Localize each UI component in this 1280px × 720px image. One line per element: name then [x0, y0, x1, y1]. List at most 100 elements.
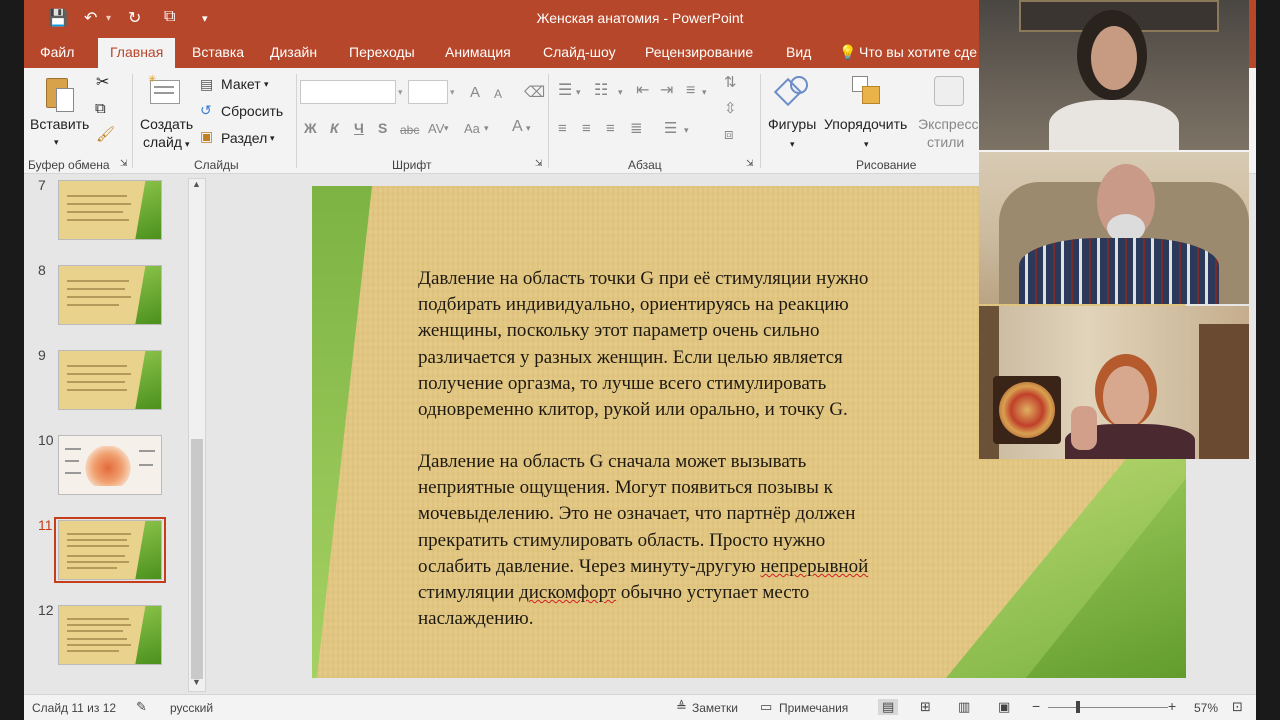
font-size-dropdown-icon[interactable]: ▾ [450, 84, 455, 101]
arrange-dropdown-icon[interactable]: ▾ [864, 136, 869, 153]
new-slide-icon[interactable]: ✳ [148, 74, 184, 110]
shapes-dropdown-icon[interactable]: ▾ [790, 136, 795, 153]
shadow-button[interactable]: S [378, 120, 387, 137]
char-spacing-button[interactable]: AV [428, 120, 444, 137]
tab-insert[interactable]: Вставка [192, 44, 244, 60]
change-case-button[interactable]: Aa [464, 120, 480, 137]
decrease-indent-icon[interactable]: ⇤ [636, 82, 649, 99]
layout-dropdown-icon[interactable]: ▾ [264, 76, 269, 93]
columns-dropdown-icon[interactable]: ▾ [684, 122, 689, 139]
tab-transitions[interactable]: Переходы [349, 44, 415, 60]
new-slide-dropdown-icon[interactable]: ▾ [185, 136, 190, 153]
columns-icon[interactable]: ☰ [664, 120, 677, 137]
new-slide-button[interactable]: Создать [140, 116, 193, 133]
new-slide-button-line2[interactable]: слайд [143, 134, 182, 151]
slide-thumbnail-11[interactable] [58, 520, 162, 580]
line-spacing-dropdown-icon[interactable]: ▾ [702, 84, 707, 101]
align-left-icon[interactable]: ≡ [558, 120, 567, 137]
reset-button[interactable]: Сбросить [221, 103, 283, 120]
font-launcher-icon[interactable]: ⇲ [535, 158, 543, 169]
slide-thumbnail-10[interactable] [58, 435, 162, 495]
strikethrough-button[interactable]: abc [400, 122, 419, 139]
notes-button[interactable]: Заметки [692, 701, 738, 715]
paste-button[interactable]: Вставить [30, 116, 89, 133]
bullets-dropdown-icon[interactable]: ▾ [576, 84, 581, 101]
line-spacing-icon[interactable]: ≡ [686, 82, 695, 99]
scroll-down-icon[interactable]: ▼ [192, 677, 201, 687]
shapes-button[interactable]: Фигуры [768, 116, 816, 133]
align-text-icon[interactable]: ⇳ [724, 100, 737, 117]
clipboard-launcher-icon[interactable]: ⇲ [120, 158, 128, 169]
bullets-icon[interactable]: ☰ [558, 82, 572, 99]
tab-home[interactable]: Главная [98, 38, 176, 68]
zoom-out-icon[interactable]: − [1032, 698, 1040, 714]
quick-styles-icon[interactable] [932, 74, 968, 110]
layout-icon[interactable]: ▤ [200, 76, 213, 93]
paste-icon[interactable] [44, 76, 74, 114]
slide-thumbnail-9[interactable] [58, 350, 162, 410]
slideshow-view-icon[interactable]: ▣ [998, 699, 1010, 715]
change-case-dropdown-icon[interactable]: ▾ [484, 120, 489, 137]
reset-icon[interactable]: ↺ [200, 102, 212, 119]
scroll-up-icon[interactable]: ▲ [192, 179, 201, 189]
grow-font-icon[interactable]: A [470, 84, 480, 101]
font-color-dropdown-icon[interactable]: ▾ [526, 120, 531, 137]
slide-thumbnail-12[interactable] [58, 605, 162, 665]
zoom-level[interactable]: 57% [1194, 701, 1218, 715]
tab-slideshow[interactable]: Слайд-шоу [543, 44, 616, 60]
tab-animation[interactable]: Анимация [445, 44, 511, 60]
reading-view-icon[interactable]: ▥ [958, 699, 970, 715]
fit-to-window-icon[interactable]: ⊡ [1232, 699, 1243, 715]
section-button[interactable]: Раздел [221, 130, 267, 147]
font-size-field[interactable] [408, 80, 448, 104]
shapes-icon[interactable] [773, 74, 812, 110]
arrange-button[interactable]: Упорядочить [824, 116, 907, 133]
comments-icon[interactable]: ▭ [760, 699, 772, 715]
normal-view-icon[interactable]: ▤ [878, 699, 899, 715]
justify-icon[interactable]: ≣ [630, 120, 643, 137]
slide-thumbnail-7[interactable] [58, 180, 162, 240]
text-direction-icon[interactable]: ⇅ [724, 74, 737, 91]
copy-icon[interactable]: ⧉ [95, 100, 106, 117]
slide-paragraph-2[interactable]: Давление на область G сначала может вызы… [418, 449, 978, 632]
section-dropdown-icon[interactable]: ▾ [270, 130, 275, 147]
tab-file[interactable]: Файл [40, 44, 74, 60]
clear-format-icon[interactable]: ⌫ [524, 84, 545, 101]
italic-button[interactable]: К [330, 120, 339, 137]
thumbnails-scrollbar[interactable]: ▲ ▼ [188, 178, 206, 692]
format-painter-icon[interactable]: 🖌 [96, 126, 115, 143]
align-right-icon[interactable]: ≡ [606, 120, 615, 137]
quick-styles-button[interactable]: Экспресс [918, 116, 979, 133]
font-name-field[interactable] [300, 80, 396, 104]
comments-button[interactable]: Примечания [779, 701, 848, 715]
tab-review[interactable]: Рецензирование [645, 44, 753, 60]
quick-styles-button-line2[interactable]: стили [927, 134, 964, 151]
slide-thumbnail-8[interactable] [58, 265, 162, 325]
font-name-dropdown-icon[interactable]: ▾ [398, 84, 403, 101]
slide-sorter-icon[interactable]: ⊞ [920, 699, 931, 715]
scrollbar-thumb[interactable] [191, 439, 203, 679]
paragraph-launcher-icon[interactable]: ⇲ [746, 158, 754, 169]
tell-me-box[interactable]: Что вы хотите сде [859, 44, 977, 60]
notes-icon[interactable]: ≜ [676, 699, 687, 715]
slide-paragraph-1[interactable]: Давление на область точки G при её стиму… [418, 266, 958, 423]
spellcheck-icon[interactable]: ✎ [136, 699, 147, 715]
zoom-in-icon[interactable]: + [1168, 698, 1176, 714]
numbering-dropdown-icon[interactable]: ▾ [618, 84, 623, 101]
underline-button[interactable]: Ч [354, 120, 364, 137]
align-center-icon[interactable]: ≡ [582, 120, 591, 137]
smartart-icon[interactable]: ⧈ [724, 126, 734, 143]
paste-dropdown-icon[interactable]: ▾ [54, 134, 59, 151]
arrange-icon[interactable] [850, 74, 886, 110]
cut-icon[interactable]: ✂ [96, 74, 109, 91]
font-color-button[interactable]: A [512, 118, 523, 135]
zoom-slider-thumb[interactable] [1076, 701, 1080, 713]
char-spacing-dropdown-icon[interactable]: ▾ [444, 120, 449, 137]
zoom-slider-track[interactable] [1048, 707, 1168, 708]
language-indicator[interactable]: русский [170, 701, 213, 715]
numbering-icon[interactable]: ☷ [594, 82, 608, 99]
tab-view[interactable]: Вид [786, 44, 811, 60]
increase-indent-icon[interactable]: ⇥ [660, 82, 673, 99]
bold-button[interactable]: Ж [304, 120, 317, 137]
tab-design[interactable]: Дизайн [270, 44, 317, 60]
